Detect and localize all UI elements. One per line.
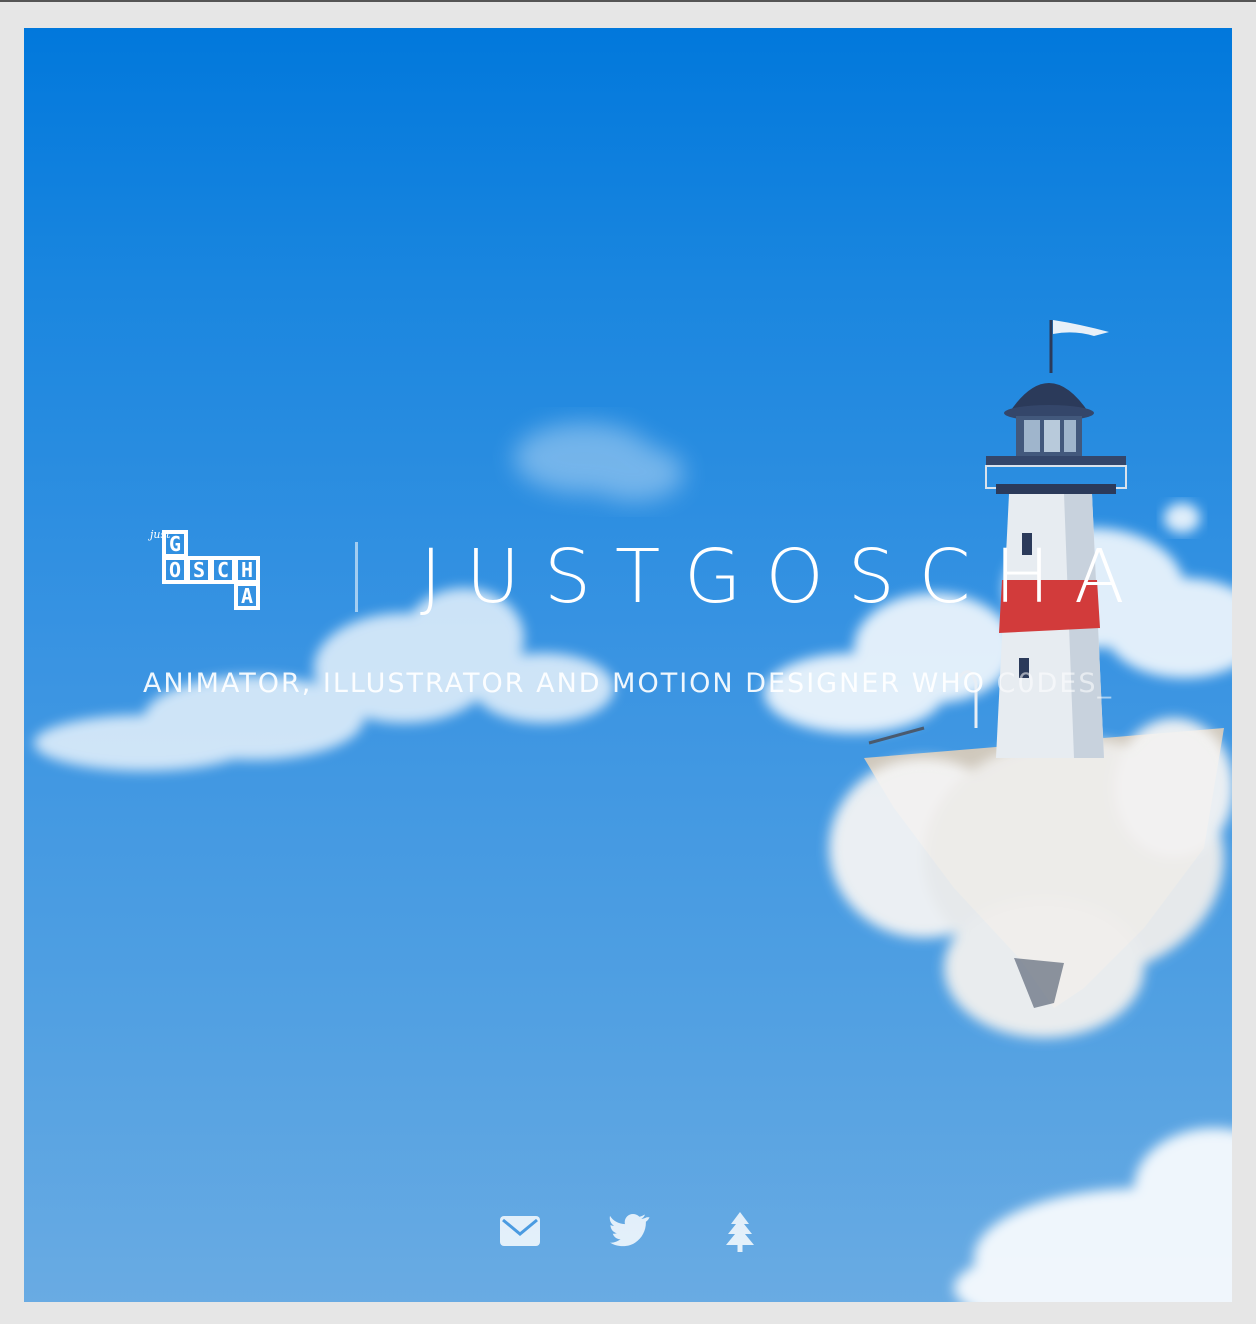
mail-link[interactable] bbox=[498, 1210, 542, 1254]
hero-background-illustration bbox=[34, 320, 1232, 1302]
svg-text:G: G bbox=[169, 532, 181, 556]
tagline-typed-word: C0DES_ bbox=[996, 668, 1114, 699]
floating-island bbox=[829, 718, 1232, 1038]
brand-header: just G O S C H A JUSTGOSCHA bbox=[24, 528, 1232, 648]
window-top-border bbox=[0, 0, 1256, 2]
social-links bbox=[24, 1210, 1232, 1254]
mail-icon bbox=[500, 1216, 540, 1246]
tagline-text: ANIMATOR, ILLUSTRATOR AND MOTION DESIGNE… bbox=[142, 668, 997, 699]
svg-text:O: O bbox=[169, 558, 181, 582]
hero-section: just G O S C H A JUSTGOSCHA ANIMATOR, IL… bbox=[24, 28, 1232, 1302]
brand-divider bbox=[355, 542, 358, 612]
svg-text:H: H bbox=[241, 558, 253, 582]
tree-icon bbox=[726, 1212, 754, 1252]
tagline: ANIMATOR, ILLUSTRATOR AND MOTION DESIGNE… bbox=[24, 668, 1232, 699]
svg-text:A: A bbox=[241, 584, 253, 608]
twitter-link[interactable] bbox=[608, 1210, 652, 1254]
justgoscha-logo[interactable]: just G O S C H A bbox=[146, 528, 286, 628]
site-title: JUSTGOSCHA bbox=[420, 534, 1149, 620]
svg-text:S: S bbox=[193, 558, 205, 582]
faint-cloud bbox=[514, 423, 684, 501]
svg-text:C: C bbox=[217, 558, 229, 582]
linktree-link[interactable] bbox=[718, 1210, 762, 1254]
logo-small-text: just bbox=[147, 528, 171, 541]
twitter-icon bbox=[609, 1213, 650, 1247]
